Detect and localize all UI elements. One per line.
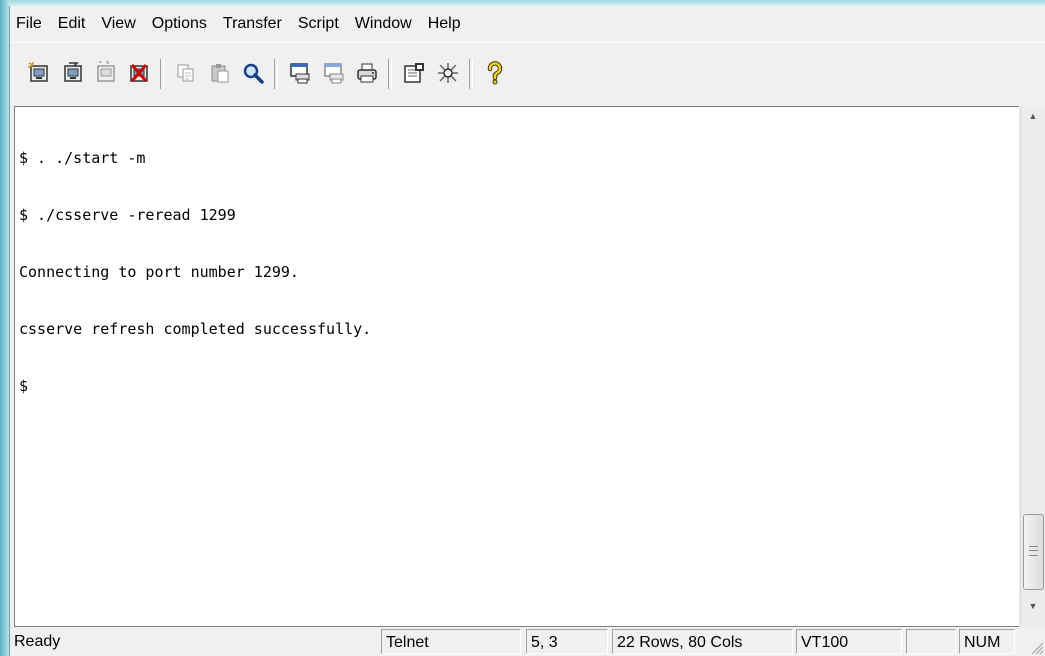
- toolbar-separator: [469, 59, 473, 89]
- menu-transfer[interactable]: Transfer: [215, 6, 290, 42]
- menu-help[interactable]: Help: [420, 6, 469, 42]
- toolbar-separator: [388, 59, 392, 89]
- menu-file[interactable]: File: [10, 6, 50, 42]
- print-button[interactable]: [354, 60, 380, 86]
- print-selection-icon: [324, 63, 344, 84]
- terminal-output: $ . ./start -m $ ./csserve -reread 1299 …: [19, 111, 371, 434]
- find-button[interactable]: [240, 60, 266, 86]
- print-selection-button[interactable]: [321, 60, 347, 86]
- menu-bar: File Edit View Options Transfer Script W…: [10, 6, 1045, 42]
- toolbar-separator: [160, 59, 164, 89]
- reconnect-button[interactable]: [93, 60, 119, 86]
- scroll-up-button[interactable]: ▲: [1021, 106, 1045, 126]
- terminal-prompt: $: [19, 377, 29, 395]
- status-num-lock: NUM: [959, 629, 1015, 654]
- resize-grip-icon[interactable]: [1029, 640, 1043, 654]
- toolbar-separator: [274, 59, 278, 89]
- menu-script[interactable]: Script: [290, 6, 347, 42]
- terminal-line: Connecting to port number 1299.: [19, 263, 299, 281]
- menu-options[interactable]: Options: [144, 6, 215, 42]
- status-emulation: VT100: [796, 629, 902, 654]
- grip-icon: [1029, 546, 1038, 556]
- paste-icon: [211, 64, 229, 83]
- print-screen-button[interactable]: [287, 60, 313, 86]
- connect-icon: [27, 61, 48, 82]
- session-options-button[interactable]: [401, 60, 427, 86]
- help-icon: [487, 61, 503, 85]
- keymap-button[interactable]: [435, 60, 461, 86]
- window-frame-left: [0, 0, 9, 656]
- session-options-icon: [404, 63, 424, 83]
- chevron-up-icon: ▲: [1028, 111, 1038, 121]
- chevron-down-icon: ▼: [1028, 601, 1038, 611]
- status-bar: Ready Telnet 5, 3 22 Rows, 80 Cols VT100…: [10, 627, 1045, 656]
- terminal-view[interactable]: $ . ./start -m $ ./csserve -reread 1299 …: [14, 106, 1019, 627]
- keymap-icon: [438, 63, 458, 83]
- status-message: Ready: [14, 633, 61, 650]
- scroll-thumb[interactable]: [1023, 514, 1044, 590]
- vertical-scrollbar[interactable]: ▲ ▼: [1020, 106, 1045, 627]
- terminal-line: $ ./csserve -reread 1299: [19, 206, 236, 224]
- print-screen-icon: [290, 63, 310, 84]
- disconnect-icon: [130, 64, 148, 82]
- scroll-down-button[interactable]: ▼: [1021, 596, 1045, 616]
- reconnect-icon: [97, 61, 115, 82]
- copy-button[interactable]: [173, 60, 199, 86]
- connect-button[interactable]: [26, 60, 52, 86]
- quick-connect-icon: [64, 62, 82, 82]
- find-icon: [243, 63, 264, 84]
- help-button[interactable]: [482, 60, 508, 86]
- status-protocol: Telnet: [381, 629, 521, 654]
- terminal-line: $ . ./start -m: [19, 149, 146, 167]
- status-cursor-position: 5, 3: [526, 629, 608, 654]
- disconnect-button[interactable]: [126, 60, 152, 86]
- menu-view[interactable]: View: [93, 6, 143, 42]
- quick-connect-button[interactable]: [60, 60, 86, 86]
- menu-window[interactable]: Window: [347, 6, 420, 42]
- print-icon: [357, 63, 377, 83]
- terminal-line: csserve refresh completed successfully.: [19, 320, 372, 338]
- paste-button[interactable]: [207, 60, 233, 86]
- status-terminal-size: 22 Rows, 80 Cols: [612, 629, 793, 654]
- toolbar: [10, 42, 1045, 107]
- menu-edit[interactable]: Edit: [50, 6, 94, 42]
- status-caps-lock: [906, 629, 956, 654]
- copy-icon: [177, 64, 194, 82]
